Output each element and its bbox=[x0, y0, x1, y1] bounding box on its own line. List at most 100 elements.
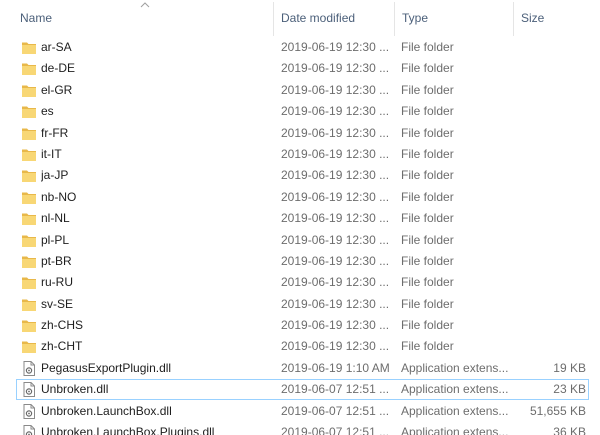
file-row[interactable]: ar-SA 2019-06-19 12:30 ... File folder bbox=[0, 37, 600, 58]
file-size bbox=[515, 208, 586, 229]
file-type: File folder bbox=[401, 232, 454, 247]
file-type: Application extens... bbox=[401, 425, 509, 435]
file-date-modified: 2019-06-07 12:51 ... bbox=[281, 382, 390, 397]
folder-icon bbox=[21, 37, 37, 58]
folder-icon bbox=[21, 315, 37, 336]
file-size bbox=[515, 251, 586, 272]
folder-icon bbox=[21, 336, 37, 357]
file-size bbox=[515, 37, 586, 58]
file-row[interactable]: Unbroken.LaunchBox.dll 2019-06-07 12:51 .… bbox=[0, 401, 600, 422]
file-name: zh-CHS bbox=[41, 318, 84, 333]
file-date-modified: 2019-06-19 12:30 ... bbox=[281, 296, 390, 311]
file-row[interactable]: pl-PL 2019-06-19 12:30 ... File folder bbox=[0, 230, 600, 251]
file-size: 23 KB bbox=[553, 382, 586, 397]
file-name: el-GR bbox=[41, 82, 73, 97]
file-type: File folder bbox=[401, 61, 454, 76]
file-row[interactable]: Unbroken.dll 2019-06-07 12:51 ... Applicat… bbox=[0, 379, 600, 401]
file-row[interactable]: el-GR 2019-06-19 12:30 ... File folder bbox=[0, 80, 600, 101]
file-name: pl-PL bbox=[41, 232, 70, 247]
file-size: 36 KB bbox=[553, 425, 586, 435]
file-row[interactable]: sv-SE 2019-06-19 12:30 ... File folder bbox=[0, 294, 600, 315]
column-header-size[interactable]: Size bbox=[514, 0, 594, 36]
folder-icon bbox=[21, 251, 37, 272]
file-row[interactable]: fr-FR 2019-06-19 12:30 ... File folder bbox=[0, 123, 600, 144]
column-header-date-modified[interactable]: Date modified bbox=[274, 0, 394, 36]
file-list: ar-SA 2019-06-19 12:30 ... File folder de-D… bbox=[0, 37, 600, 435]
file-size bbox=[515, 80, 586, 101]
file-size bbox=[515, 58, 586, 79]
file-date-modified: 2019-06-19 12:30 ... bbox=[281, 40, 390, 54]
file-type: Application extens... bbox=[401, 382, 509, 397]
file-type: File folder bbox=[401, 40, 454, 54]
folder-icon bbox=[21, 58, 37, 79]
file-date-modified: 2019-06-19 12:30 ... bbox=[281, 104, 390, 119]
file-date-modified: 2019-06-19 12:30 ... bbox=[281, 339, 390, 354]
file-type: File folder bbox=[401, 253, 454, 268]
file-size bbox=[515, 272, 586, 293]
file-date-modified: 2019-06-19 12:30 ... bbox=[281, 61, 390, 76]
file-size bbox=[515, 101, 586, 122]
column-header-name[interactable]: Name bbox=[13, 0, 273, 36]
file-name: PegasusExportPlugin.dll bbox=[41, 360, 172, 375]
file-row[interactable]: nb-NO 2019-06-19 12:30 ... File folder bbox=[0, 187, 600, 208]
folder-icon bbox=[21, 230, 37, 251]
file-size bbox=[515, 123, 586, 144]
file-date-modified: 2019-06-19 12:30 ... bbox=[281, 232, 390, 247]
file-name: nl-NL bbox=[41, 211, 70, 226]
file-name: pt-BR bbox=[41, 253, 72, 268]
file-type: File folder bbox=[401, 189, 454, 204]
file-type: File folder bbox=[401, 82, 454, 97]
folder-icon bbox=[21, 294, 37, 315]
file-row[interactable]: pt-BR 2019-06-19 12:30 ... File folder bbox=[0, 251, 600, 272]
file-row[interactable]: it-IT 2019-06-19 12:30 ... File folder bbox=[0, 144, 600, 165]
file-date-modified: 2019-06-07 12:51 ... bbox=[281, 403, 390, 418]
file-size bbox=[515, 315, 586, 336]
file-row[interactable]: zh-CHS 2019-06-19 12:30 ... File folder bbox=[0, 315, 600, 336]
dll-file-icon bbox=[21, 379, 37, 400]
folder-icon bbox=[21, 208, 37, 229]
file-row[interactable]: zh-CHT 2019-06-19 12:30 ... File folder bbox=[0, 336, 600, 357]
file-row[interactable]: de-DE 2019-06-19 12:30 ... File folder bbox=[0, 58, 600, 79]
file-row[interactable]: es 2019-06-19 12:30 ... File folder bbox=[0, 101, 600, 122]
folder-icon bbox=[21, 272, 37, 293]
file-date-modified: 2019-06-19 12:30 ... bbox=[281, 253, 390, 268]
file-row[interactable]: ja-JP 2019-06-19 12:30 ... File folder bbox=[0, 165, 600, 186]
file-name: de-DE bbox=[41, 61, 76, 76]
file-type: File folder bbox=[401, 275, 454, 290]
file-name: ru-RU bbox=[41, 275, 73, 290]
file-type: File folder bbox=[401, 318, 454, 333]
file-date-modified: 2019-06-19 12:30 ... bbox=[281, 125, 390, 140]
file-name: fr-FR bbox=[41, 125, 69, 140]
file-size: 51,655 KB bbox=[529, 403, 586, 418]
file-row[interactable]: Unbroken.LaunchBox.Plugins.dll 2019-06-07… bbox=[0, 422, 600, 435]
file-date-modified: 2019-06-19 12:30 ... bbox=[281, 189, 390, 204]
file-name: ja-JP bbox=[41, 168, 69, 183]
file-type: Application extens... bbox=[401, 403, 509, 418]
file-size bbox=[515, 230, 586, 251]
file-type: File folder bbox=[401, 168, 454, 183]
file-row[interactable]: PegasusExportPlugin.dll 2019-06-19 1:10 A… bbox=[0, 358, 600, 379]
file-row[interactable]: nl-NL 2019-06-19 12:30 ... File folder bbox=[0, 208, 600, 229]
folder-icon bbox=[21, 123, 37, 144]
file-date-modified: 2019-06-19 12:30 ... bbox=[281, 211, 390, 226]
file-type: File folder bbox=[401, 104, 454, 119]
file-date-modified: 2019-06-19 1:10 AM bbox=[281, 360, 390, 375]
folder-icon bbox=[21, 165, 37, 186]
file-date-modified: 2019-06-19 12:30 ... bbox=[281, 275, 390, 290]
file-type: File folder bbox=[401, 146, 454, 161]
file-date-modified: 2019-06-19 12:30 ... bbox=[281, 82, 390, 97]
dll-file-icon bbox=[21, 401, 37, 422]
column-header-type[interactable]: Type bbox=[395, 0, 513, 36]
column-header-bar: Name Date modified Type Size bbox=[0, 0, 600, 36]
file-row[interactable]: ru-RU 2019-06-19 12:30 ... File folder bbox=[0, 272, 600, 293]
file-date-modified: 2019-06-19 12:30 ... bbox=[281, 168, 390, 183]
dll-file-icon bbox=[21, 358, 37, 379]
dll-file-icon bbox=[21, 422, 37, 435]
file-name: sv-SE bbox=[41, 296, 74, 311]
file-date-modified: 2019-06-07 12:51 ... bbox=[281, 425, 390, 435]
folder-icon bbox=[21, 101, 37, 122]
file-type: Application extens... bbox=[401, 360, 509, 375]
file-name: Unbroken.LaunchBox.Plugins.dll bbox=[41, 425, 215, 435]
file-size bbox=[515, 144, 586, 165]
file-type: File folder bbox=[401, 339, 454, 354]
